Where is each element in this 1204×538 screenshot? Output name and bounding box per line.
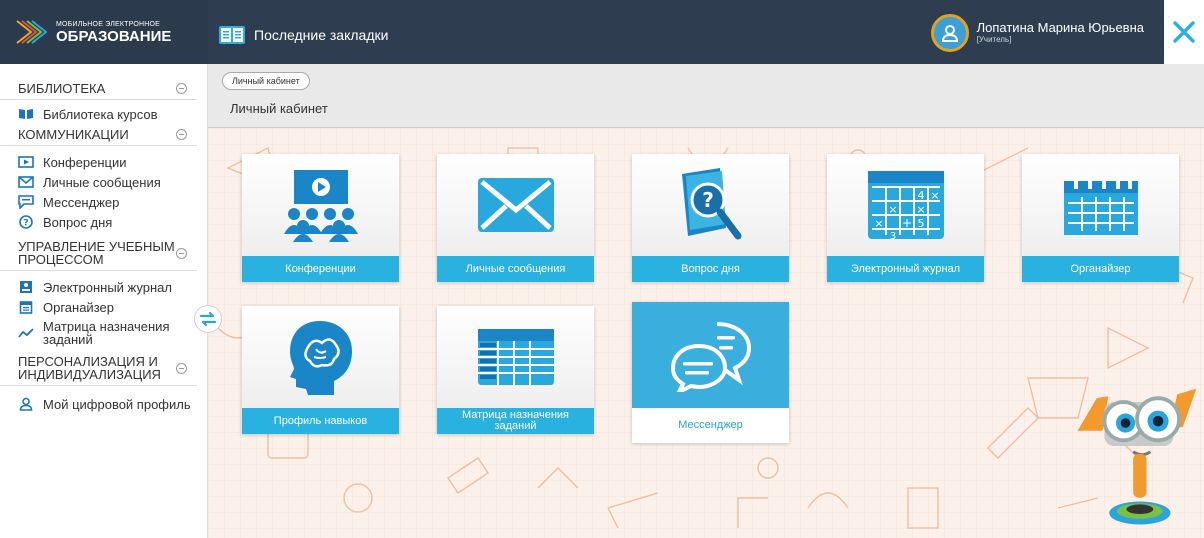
logo-mark-icon	[16, 20, 48, 44]
tile-skills-profile[interactable]: Профиль навыков	[242, 306, 399, 434]
question-icon: ?	[18, 215, 34, 229]
tile-label: Конференции	[242, 256, 399, 282]
tile-messenger[interactable]: Мессенджер	[632, 302, 789, 443]
sidebar-item-messenger[interactable]: Мессенджер	[0, 192, 207, 212]
sidebar: БИБЛИОТЕКА Библиотека курсов КОММУНИКАЦИ…	[0, 64, 208, 538]
recent-bookmarks-button[interactable]: Последние закладки	[218, 25, 388, 45]
user-silhouette-icon	[941, 25, 958, 42]
logo-title: ОБРАЗОВАНИЕ	[56, 27, 172, 45]
breadcrumb-bar: Личный кабинет Личный кабинет	[208, 64, 1204, 128]
tile-conferences[interactable]: Конференции	[242, 154, 399, 282]
logo[interactable]: МОБИЛЬНОЕ ЭЛЕКТРОННОЕ ОБРАЗОВАНИЕ	[0, 0, 208, 64]
section-study-management-title: УПРАВЛЕНИЕ УЧЕБНЫМ ПРОЦЕССОМ	[18, 239, 175, 267]
sidebar-item-question-of-day[interactable]: ? Вопрос дня	[0, 212, 207, 232]
sidebar-item-assignment-matrix[interactable]: Матрица назначения заданий	[0, 317, 207, 349]
avatar	[930, 14, 969, 52]
svg-text:×: ×	[888, 203, 897, 216]
video-icon	[18, 155, 34, 169]
tile-electronic-journal[interactable]: 4 × × × × + 5 3 Электронный журнал	[827, 154, 984, 282]
sidebar-item-label: Личные сообщения	[43, 174, 161, 190]
svg-text:?: ?	[23, 219, 28, 229]
svg-text:5: 5	[917, 217, 924, 230]
tile-label: Электронный журнал	[827, 256, 984, 282]
sidebar-item-digital-profile[interactable]: Мой цифровой профиль	[0, 394, 207, 414]
sidebar-item-messages[interactable]: Личные сообщения	[0, 172, 207, 192]
sidebar-item-label: Органайзер	[43, 299, 114, 315]
question-book-icon: ?	[632, 154, 789, 256]
svg-text:×: ×	[930, 189, 939, 202]
dashboard-content: Конференции Личные сообщения ? Вопрос дн…	[208, 128, 1204, 538]
tile-label: Органайзер	[1022, 256, 1179, 282]
conference-icon	[242, 154, 399, 256]
collapse-icon[interactable]	[176, 83, 187, 94]
section-personalization[interactable]: ПЕРСОНАЛИЗАЦИЯ И ИНДИВИДУАЛИЗАЦИЯ	[0, 351, 197, 386]
calendar-icon	[18, 300, 34, 314]
swap-arrows-icon	[199, 311, 217, 327]
collapse-icon[interactable]	[176, 362, 187, 374]
sidebar-item-organizer[interactable]: Органайзер	[0, 297, 207, 317]
sidebar-item-label: Мой цифровой профиль	[43, 396, 191, 412]
organizer-calendar-icon	[1022, 154, 1179, 256]
open-book-icon	[219, 26, 245, 44]
journal-icon	[18, 280, 34, 294]
journal-grid-icon: 4 × × × × + 5 3	[827, 154, 984, 256]
sidebar-item-course-library[interactable]: Библиотека курсов	[0, 104, 207, 124]
sidebar-item-label: Мессенджер	[43, 194, 120, 210]
tile-question-of-day[interactable]: ? Вопрос дня	[632, 154, 789, 282]
user-icon	[18, 397, 34, 411]
sidebar-item-label: Матрица назначения заданий	[43, 319, 170, 347]
brain-head-icon	[242, 306, 399, 408]
close-icon	[1173, 21, 1195, 43]
svg-text:+: +	[901, 216, 911, 230]
collapse-icon[interactable]	[176, 247, 187, 259]
tile-label: Мессенджер	[632, 408, 789, 443]
section-library-title: БИБЛИОТЕКА	[18, 81, 106, 96]
book-icon	[18, 107, 34, 121]
robot-mascot	[1077, 388, 1197, 525]
svg-text:×: ×	[874, 217, 883, 230]
sidebar-item-label: Вопрос дня	[43, 214, 113, 230]
user-name: Лопатина Марина Юрьевна	[976, 20, 1144, 36]
sidebar-item-journal[interactable]: Электронный журнал	[0, 277, 207, 297]
logo-subtitle: МОБИЛЬНОЕ ЭЛЕКТРОННОЕ	[56, 20, 161, 28]
tile-organizer[interactable]: Органайзер	[1022, 154, 1179, 282]
page-title: Личный кабинет	[230, 101, 328, 116]
svg-text:?: ?	[702, 188, 714, 212]
svg-text:3: 3	[889, 231, 895, 241]
tile-label: Вопрос дня	[632, 256, 789, 282]
section-personalization-title: ПЕРСОНАЛИЗАЦИЯ И ИНДИВИДУАЛИЗАЦИЯ	[18, 354, 161, 382]
envelope-icon	[437, 154, 594, 256]
tile-label: Профиль навыков	[242, 408, 399, 434]
section-study-management[interactable]: УПРАВЛЕНИЕ УЧЕБНЫМ ПРОЦЕССОМ	[0, 236, 197, 271]
sidebar-item-conferences[interactable]: Конференции	[0, 152, 207, 172]
main-area: Личный кабинет Личный кабинет Конференци…	[208, 64, 1204, 538]
sidebar-toggle-button[interactable]	[194, 305, 222, 333]
collapse-icon[interactable]	[176, 129, 187, 140]
chat-icon	[18, 195, 34, 209]
chart-line-icon	[18, 326, 34, 340]
top-header: МОБИЛЬНОЕ ЭЛЕКТРОННОЕ ОБРАЗОВАНИЕ Послед…	[0, 0, 1204, 64]
user-role: [Учитель]	[976, 34, 1012, 44]
svg-text:4: 4	[917, 189, 924, 202]
tile-label: Матрица назначения заданий	[437, 408, 594, 434]
tile-personal-messages[interactable]: Личные сообщения	[437, 154, 594, 282]
mail-icon	[18, 175, 34, 189]
speech-bubbles-icon	[632, 302, 789, 408]
section-library[interactable]: БИБЛИОТЕКА	[0, 78, 197, 100]
recent-bookmarks-label: Последние закладки	[254, 27, 389, 43]
matrix-table-icon	[437, 306, 594, 408]
user-menu[interactable]: Лопатина Марина Юрьевна [Учитель]	[930, 14, 1144, 52]
tile-assignment-matrix[interactable]: Матрица назначения заданий	[437, 306, 594, 434]
sidebar-item-label: Электронный журнал	[43, 279, 172, 295]
section-communications-title: КОММУНИКАЦИИ	[18, 127, 129, 142]
tile-label: Личные сообщения	[437, 256, 594, 282]
breadcrumb[interactable]: Личный кабинет	[222, 72, 310, 90]
section-communications[interactable]: КОММУНИКАЦИИ	[0, 124, 197, 146]
svg-text:×: ×	[916, 203, 925, 216]
sidebar-item-label: Библиотека курсов	[43, 106, 158, 122]
sidebar-item-label: Конференции	[43, 154, 127, 170]
close-button[interactable]	[1164, 0, 1204, 64]
